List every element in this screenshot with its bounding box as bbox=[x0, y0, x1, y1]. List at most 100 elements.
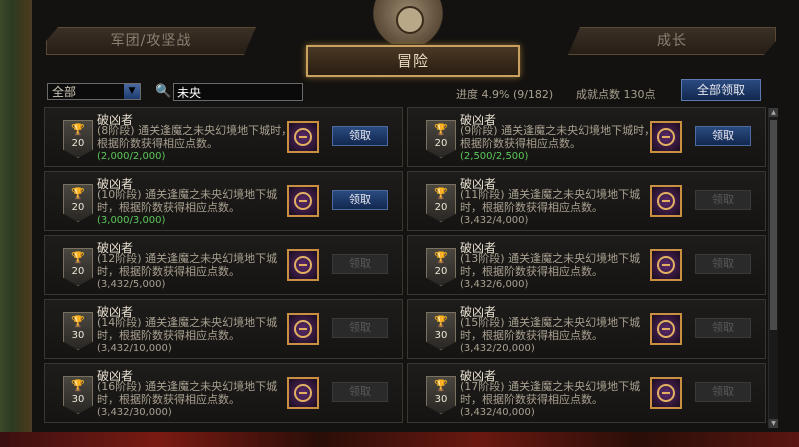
badge-points: 30 bbox=[71, 394, 85, 405]
trophy-badge: 🏆 20 bbox=[426, 248, 456, 286]
trophy-badge: 🏆 30 bbox=[63, 376, 93, 414]
reward-emblem-icon[interactable] bbox=[650, 377, 682, 409]
achievement-description: (15阶段) 通关逢魔之未央幻境地下城时，根据阶数获得相应点数。 bbox=[460, 316, 641, 342]
reward-emblem-icon[interactable] bbox=[650, 185, 682, 217]
achievement-card: 🏆 20 破凶者 (12阶段) 通关逢魔之未央幻境地下城时，根据阶数获得相应点数。 (3… bbox=[44, 235, 403, 295]
badge-points: 30 bbox=[434, 330, 448, 341]
reward-emblem-icon[interactable] bbox=[287, 185, 319, 217]
achievement-description: (17阶段) 通关逢魔之未央幻境地下城时，根据阶数获得相应点数。 bbox=[460, 380, 641, 406]
reward-emblem-icon[interactable] bbox=[287, 249, 319, 281]
emblem-ring-icon bbox=[657, 192, 675, 210]
emblem-ring-icon bbox=[657, 256, 675, 274]
trophy-badge: 🏆 30 bbox=[426, 376, 456, 414]
claim-button[interactable]: 领取 bbox=[332, 190, 388, 210]
tab-adventure[interactable]: 冒险 bbox=[306, 45, 520, 77]
trophy-badge: 🏆 20 bbox=[63, 184, 93, 222]
emblem-ring-icon bbox=[294, 128, 312, 146]
achievement-card: 🏆 20 破凶者 (8阶段) 通关逢魔之未央幻境地下城时，根据阶数获得相应点数。 (2,… bbox=[44, 107, 403, 167]
search-input[interactable] bbox=[173, 83, 303, 101]
reward-emblem-icon[interactable] bbox=[287, 377, 319, 409]
emblem-ring-icon bbox=[294, 320, 312, 338]
reward-emblem-icon[interactable] bbox=[287, 313, 319, 345]
compass-icon bbox=[396, 6, 424, 34]
badge-points: 30 bbox=[71, 330, 85, 341]
claim-button: 领取 bbox=[695, 318, 751, 338]
achievement-card: 🏆 20 破凶者 (9阶段) 通关逢魔之未央幻境地下城时，根据阶数获得相应点数。 (2,… bbox=[407, 107, 766, 167]
achievement-card: 🏆 20 破凶者 (13阶段) 通关逢魔之未央幻境地下城时，根据阶数获得相应点数。 (3… bbox=[407, 235, 766, 295]
tab-legion-siege[interactable]: 军团/攻坚战 bbox=[46, 27, 256, 55]
reward-emblem-icon[interactable] bbox=[650, 249, 682, 281]
achievement-progress: (3,432/10,000) bbox=[97, 343, 172, 354]
game-window: 军团/攻坚战 成长 冒险 全部 ▼ 🔍 进度 4.9% (9/182) 成就点数… bbox=[0, 0, 799, 447]
badge-points: 20 bbox=[434, 202, 448, 213]
emblem-ring-icon bbox=[294, 384, 312, 402]
trophy-icon: 🏆 bbox=[71, 379, 85, 392]
achievement-card: 🏆 30 破凶者 (15阶段) 通关逢魔之未央幻境地下城时，根据阶数获得相应点数。 (3… bbox=[407, 299, 766, 359]
claim-button: 领取 bbox=[332, 382, 388, 402]
claim-button[interactable]: 领取 bbox=[695, 126, 751, 146]
achievement-progress: (2,500/2,500) bbox=[460, 151, 529, 162]
achievement-description: (10阶段) 通关逢魔之未央幻境地下城时，根据阶数获得相应点数。 bbox=[97, 188, 278, 214]
achievement-description: (12阶段) 通关逢魔之未央幻境地下城时，根据阶数获得相应点数。 bbox=[97, 252, 278, 278]
claim-button: 领取 bbox=[695, 190, 751, 210]
achievement-points-text: 成就点数 130点 bbox=[576, 88, 656, 101]
achievement-progress: (3,432/40,000) bbox=[460, 407, 535, 418]
claim-button[interactable]: 领取 bbox=[332, 126, 388, 146]
badge-points: 20 bbox=[71, 202, 85, 213]
achievement-description: (9阶段) 通关逢魔之未央幻境地下城时，根据阶数获得相应点数。 bbox=[460, 124, 656, 150]
achievement-card: 🏆 30 破凶者 (16阶段) 通关逢魔之未央幻境地下城时，根据阶数获得相应点数。 (3… bbox=[44, 363, 403, 423]
claim-button: 领取 bbox=[332, 254, 388, 274]
reward-emblem-icon[interactable] bbox=[650, 313, 682, 345]
achievement-list: 🏆 20 破凶者 (8阶段) 通关逢魔之未央幻境地下城时，根据阶数获得相应点数。 (2,… bbox=[44, 107, 766, 430]
achievement-description: (11阶段) 通关逢魔之未央幻境地下城时，根据阶数获得相应点数。 bbox=[460, 188, 641, 214]
trophy-icon: 🏆 bbox=[434, 123, 448, 136]
reward-emblem-icon[interactable] bbox=[287, 121, 319, 153]
claim-all-button[interactable]: 全部领取 bbox=[681, 79, 761, 101]
badge-points: 20 bbox=[71, 138, 85, 149]
chevron-down-icon[interactable]: ▼ bbox=[124, 84, 140, 99]
achievement-card: 🏆 30 破凶者 (17阶段) 通关逢魔之未央幻境地下城时，根据阶数获得相应点数。 (3… bbox=[407, 363, 766, 423]
claim-button: 领取 bbox=[332, 318, 388, 338]
emblem-ring-icon bbox=[294, 256, 312, 274]
emblem-ring-icon bbox=[657, 128, 675, 146]
badge-points: 20 bbox=[71, 266, 85, 277]
category-select[interactable]: 全部 ▼ bbox=[47, 83, 141, 100]
scroll-down-arrow-icon[interactable]: ▼ bbox=[769, 419, 778, 428]
reward-emblem-icon[interactable] bbox=[650, 121, 682, 153]
trophy-badge: 🏆 20 bbox=[426, 120, 456, 158]
achievement-progress: (3,000/3,000) bbox=[97, 215, 166, 226]
trophy-badge: 🏆 30 bbox=[63, 312, 93, 350]
scrollbar[interactable]: ▲ ▼ bbox=[768, 108, 778, 428]
trophy-icon: 🏆 bbox=[434, 379, 448, 392]
trophy-icon: 🏆 bbox=[71, 251, 85, 264]
achievement-description: (14阶段) 通关逢魔之未央幻境地下城时，根据阶数获得相应点数。 bbox=[97, 316, 278, 342]
trophy-icon: 🏆 bbox=[71, 315, 85, 328]
scroll-emblem-icon bbox=[370, 0, 446, 44]
trophy-icon: 🏆 bbox=[434, 315, 448, 328]
trophy-icon: 🏆 bbox=[71, 187, 85, 200]
achievement-progress: (3,432/6,000) bbox=[460, 279, 529, 290]
badge-points: 20 bbox=[434, 266, 448, 277]
achievement-progress: (3,432/5,000) bbox=[97, 279, 166, 290]
scroll-up-arrow-icon[interactable]: ▲ bbox=[769, 108, 778, 117]
achievement-progress: (3,432/30,000) bbox=[97, 407, 172, 418]
trophy-icon: 🏆 bbox=[434, 251, 448, 264]
achievement-card: 🏆 20 破凶者 (11阶段) 通关逢魔之未央幻境地下城时，根据阶数获得相应点数。 (3… bbox=[407, 171, 766, 231]
category-select-value: 全部 bbox=[52, 85, 77, 99]
achievement-progress: (3,432/20,000) bbox=[460, 343, 535, 354]
badge-points: 30 bbox=[434, 394, 448, 405]
scroll-thumb[interactable] bbox=[770, 120, 777, 330]
emblem-ring-icon bbox=[657, 384, 675, 402]
tab-growth[interactable]: 成长 bbox=[568, 27, 776, 55]
achievement-progress: (2,000/2,000) bbox=[97, 151, 166, 162]
trophy-badge: 🏆 20 bbox=[63, 120, 93, 158]
achievement-card: 🏆 20 破凶者 (10阶段) 通关逢魔之未央幻境地下城时，根据阶数获得相应点数。 (3… bbox=[44, 171, 403, 231]
claim-button: 领取 bbox=[695, 382, 751, 402]
emblem-ring-icon bbox=[294, 192, 312, 210]
bottom-hud-strip bbox=[0, 432, 799, 447]
badge-points: 20 bbox=[434, 138, 448, 149]
claim-button: 领取 bbox=[695, 254, 751, 274]
trophy-icon: 🏆 bbox=[71, 123, 85, 136]
emblem-ring-icon bbox=[657, 320, 675, 338]
achievement-description: (16阶段) 通关逢魔之未央幻境地下城时，根据阶数获得相应点数。 bbox=[97, 380, 278, 406]
